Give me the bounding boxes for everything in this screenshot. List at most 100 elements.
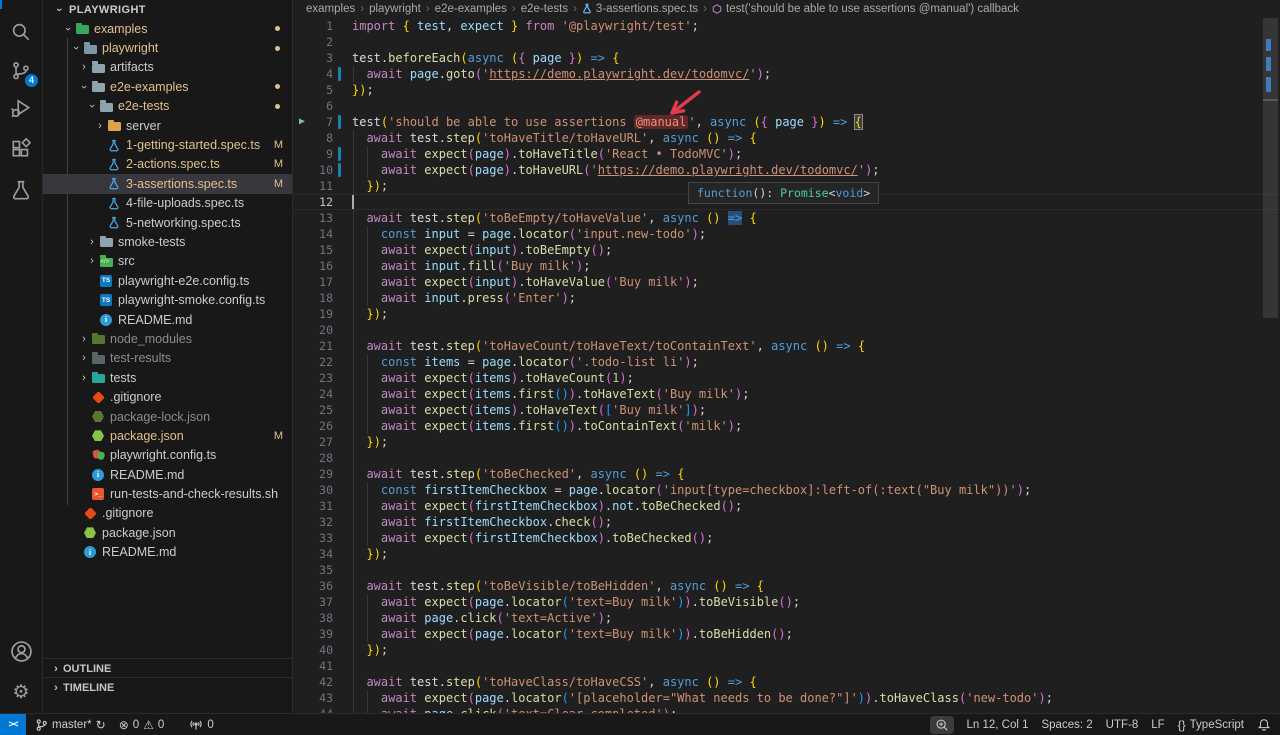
- code-line[interactable]: 1import { test, expect } from '@playwrig…: [293, 18, 1280, 34]
- code-line[interactable]: 9 await expect(page).toHaveTitle('React …: [293, 146, 1280, 162]
- zoom-icon[interactable]: [930, 716, 954, 734]
- notifications-bell-icon[interactable]: [1257, 718, 1271, 732]
- tree-item[interactable]: ›.gitignore: [43, 504, 292, 523]
- code-line[interactable]: 30 const firstItemCheckbox = page.locato…: [293, 482, 1280, 498]
- tree-item[interactable]: ›iREADME.md: [43, 465, 292, 484]
- code-line[interactable]: 25 await expect(items).toHaveText(['Buy …: [293, 402, 1280, 418]
- tree-item[interactable]: ›4-file-uploads.spec.ts: [43, 194, 292, 213]
- code-line[interactable]: 24 await expect(items.first()).toHaveTex…: [293, 386, 1280, 402]
- explorer-section-header[interactable]: › PLAYWRIGHT: [43, 0, 292, 19]
- tree-item[interactable]: ›TSplaywright-smoke.config.ts: [43, 290, 292, 309]
- code-line[interactable]: 19 });: [293, 306, 1280, 322]
- code-area[interactable]: 1import { test, expect } from '@playwrig…: [293, 18, 1280, 714]
- tree-item[interactable]: ›package.json: [43, 523, 292, 542]
- tree-item[interactable]: ›iREADME.md: [43, 543, 292, 562]
- tree-item[interactable]: ›playwright.config.ts: [43, 446, 292, 465]
- tree-item[interactable]: ›2-actions.spec.tsM: [43, 155, 292, 174]
- tree-item[interactable]: ›package.jsonM: [43, 426, 292, 445]
- code-line[interactable]: 7▶test('should be able to use assertions…: [293, 114, 1280, 130]
- run-test-button[interactable]: ▶: [299, 114, 305, 130]
- code-line[interactable]: 43 await expect(page.locator('[placehold…: [293, 690, 1280, 706]
- code-token: ;: [381, 547, 388, 561]
- code-line[interactable]: 18 await input.press('Enter');: [293, 290, 1280, 306]
- tree-item[interactable]: ›test-results: [43, 349, 292, 368]
- code-line[interactable]: 39 await expect(page.locator('text=Buy m…: [293, 626, 1280, 642]
- tree-item[interactable]: ›node_modules: [43, 329, 292, 348]
- tree-item[interactable]: ›server: [43, 116, 292, 135]
- tree-item[interactable]: ›TSplaywright-e2e.config.ts: [43, 271, 292, 290]
- code-line[interactable]: 32 await firstItemCheckbox.check();: [293, 514, 1280, 530]
- cursor-position-status[interactable]: Ln 12, Col 1: [966, 719, 1028, 731]
- code-line[interactable]: 2: [293, 34, 1280, 50]
- code-line[interactable]: 22 const items = page.locator('.todo-lis…: [293, 354, 1280, 370]
- tree-item[interactable]: ›e2e-tests: [43, 97, 292, 116]
- breadcrumb-item[interactable]: e2e-examples: [435, 3, 507, 15]
- tree-item[interactable]: ›smoke-tests: [43, 232, 292, 251]
- breadcrumb-item[interactable]: e2e-tests: [521, 3, 568, 15]
- code-line[interactable]: 41: [293, 658, 1280, 674]
- source-control-icon[interactable]: 4: [0, 53, 42, 89]
- code-line[interactable]: 36 await test.step('toBeVisible/toBeHidd…: [293, 578, 1280, 594]
- ports-status[interactable]: 0: [189, 718, 213, 731]
- code-line[interactable]: 10 await expect(page).toHaveURL('https:/…: [293, 162, 1280, 178]
- problems-status[interactable]: ⊗ 0 ⚠ 0: [119, 718, 165, 732]
- timeline-section[interactable]: › TIMELINE: [43, 677, 292, 697]
- extensions-icon[interactable]: [0, 131, 42, 167]
- tree-item[interactable]: ›examples: [43, 19, 292, 38]
- settings-gear-icon[interactable]: ⚙: [0, 674, 42, 710]
- code-line[interactable]: 4 await page.goto('https://demo.playwrig…: [293, 66, 1280, 82]
- code-line[interactable]: 15 await expect(input).toBeEmpty();: [293, 242, 1280, 258]
- code-line[interactable]: 14 const input = page.locator('input.new…: [293, 226, 1280, 242]
- tree-item[interactable]: ›>_run-tests-and-check-results.sh: [43, 484, 292, 503]
- code-line[interactable]: 8 await test.step('toHaveTitle/toHaveURL…: [293, 130, 1280, 146]
- code-line[interactable]: 33 await expect(firstItemCheckbox).toBeC…: [293, 530, 1280, 546]
- search-icon[interactable]: [0, 14, 42, 50]
- code-line[interactable]: 21 await test.step('toHaveCount/toHaveTe…: [293, 338, 1280, 354]
- breadcrumb-item[interactable]: examples: [306, 3, 355, 15]
- code-line[interactable]: 27 });: [293, 434, 1280, 450]
- breadcrumb-file[interactable]: 3-assertions.spec.ts: [582, 3, 698, 15]
- encoding-status[interactable]: UTF-8: [1106, 719, 1139, 731]
- breadcrumb-item[interactable]: playwright: [369, 3, 421, 15]
- tree-item[interactable]: ›artifacts: [43, 58, 292, 77]
- remote-indicator[interactable]: ><: [0, 714, 26, 735]
- tree-item[interactable]: ›e2e-examples: [43, 77, 292, 96]
- code-line[interactable]: 20: [293, 322, 1280, 338]
- code-line[interactable]: 17 await expect(input).toHaveValue('Buy …: [293, 274, 1280, 290]
- code-line[interactable]: 28: [293, 450, 1280, 466]
- tree-item[interactable]: ›iREADME.md: [43, 310, 292, 329]
- tree-item[interactable]: ›.gitignore: [43, 387, 292, 406]
- eol-status[interactable]: LF: [1151, 719, 1164, 731]
- code-line[interactable]: 40 });: [293, 642, 1280, 658]
- tree-item[interactable]: ›playwright: [43, 38, 292, 57]
- code-line[interactable]: 29 await test.step('toBeChecked', async …: [293, 466, 1280, 482]
- code-line[interactable]: 13 await test.step('toBeEmpty/toHaveValu…: [293, 210, 1280, 226]
- code-line[interactable]: 34 });: [293, 546, 1280, 562]
- tree-item[interactable]: ›tests: [43, 368, 292, 387]
- code-line[interactable]: 3test.beforeEach(async ({ page }) => {: [293, 50, 1280, 66]
- code-line[interactable]: 6: [293, 98, 1280, 114]
- git-branch-status[interactable]: master* ↻: [35, 718, 106, 732]
- code-line[interactable]: 5});: [293, 82, 1280, 98]
- breadcrumb-symbol[interactable]: test('should be able to use assertions @…: [712, 3, 1019, 15]
- account-icon[interactable]: [0, 633, 42, 669]
- indentation-status[interactable]: Spaces: 2: [1041, 719, 1092, 731]
- tree-item[interactable]: ›</>src: [43, 252, 292, 271]
- language-mode-status[interactable]: {} TypeScript: [1178, 718, 1244, 732]
- run-debug-icon[interactable]: [0, 90, 42, 126]
- outline-section[interactable]: › OUTLINE: [43, 658, 292, 678]
- testing-icon[interactable]: [0, 172, 42, 208]
- tree-item[interactable]: ›package-lock.json: [43, 407, 292, 426]
- code-token: (: [753, 115, 760, 129]
- code-line[interactable]: 38 await page.click('text=Active');: [293, 610, 1280, 626]
- tree-item[interactable]: ›3-assertions.spec.tsM: [43, 174, 292, 193]
- tree-item[interactable]: ›1-getting-started.spec.tsM: [43, 135, 292, 154]
- tree-item[interactable]: ›5-networking.spec.ts: [43, 213, 292, 232]
- code-line[interactable]: 31 await expect(firstItemCheckbox).not.t…: [293, 498, 1280, 514]
- code-line[interactable]: 26 await expect(items.first()).toContain…: [293, 418, 1280, 434]
- code-line[interactable]: 37 await expect(page.locator('text=Buy m…: [293, 594, 1280, 610]
- code-line[interactable]: 42 await test.step('toHaveClass/toHaveCS…: [293, 674, 1280, 690]
- code-line[interactable]: 35: [293, 562, 1280, 578]
- code-line[interactable]: 23 await expect(items).toHaveCount(1);: [293, 370, 1280, 386]
- code-line[interactable]: 16 await input.fill('Buy milk');: [293, 258, 1280, 274]
